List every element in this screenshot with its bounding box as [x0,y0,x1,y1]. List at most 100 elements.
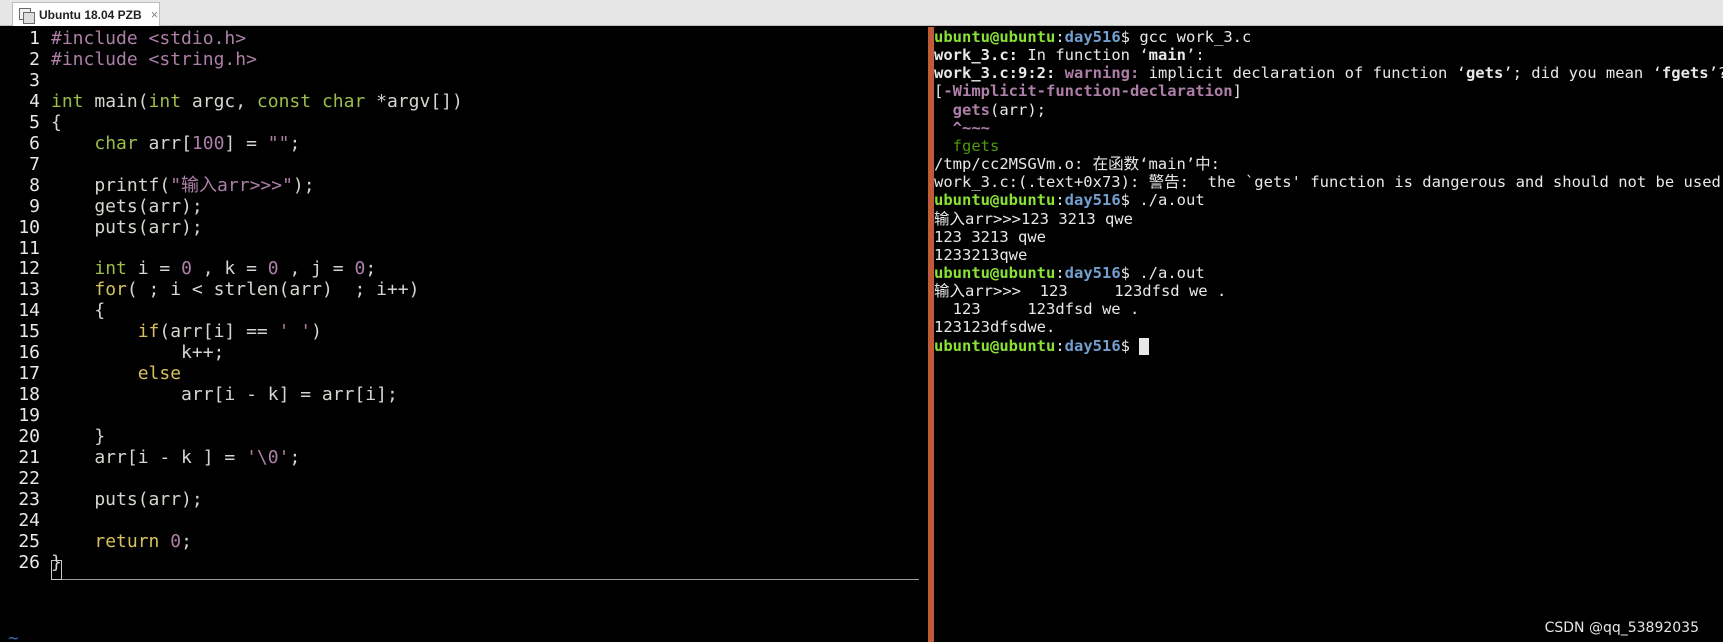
line-number: 26 [18,551,40,573]
code-token: int [148,90,182,112]
terminal-line: 123 3213 qwe [934,227,1046,247]
code-token: 0 [267,258,279,280]
terminal-token: ‘ [1139,46,1149,65]
terminal-token: work_3.c:(.text+0x73): 警告: the `gets' fu… [934,173,1723,192]
line-number: 15 [18,321,40,343]
line-number: 22 [18,467,40,489]
terminal-token: 123 3213 qwe [934,227,1046,246]
tab-ubuntu-vm[interactable]: Ubuntu 18.04 PZB × [12,2,160,26]
code-token: , j = [278,258,355,280]
terminal-line: work_3.c:9:2: warning: implicit declarat… [934,63,1723,83]
code-token: #include [51,28,138,49]
terminal-token: ’; did you mean ‘ [1503,64,1662,83]
code-token: k++; [51,342,225,364]
terminal-line: 输入arr>>>123 3213 qwe [934,209,1133,229]
terminal-token: 123123dfsdwe. [934,318,1056,337]
code-token: 0 [354,258,366,280]
terminal-token: ubuntu@ubuntu [934,28,1056,46]
watermark: CSDN @qq_53892035 [1544,620,1699,636]
terminal-token: 1233213qwe [934,245,1028,264]
code-token: main( [83,90,149,112]
screen: Ubuntu 18.04 PZB × ~ 1 #include <stdio.h>… [0,0,1723,642]
vm-icon [19,7,35,24]
terminal-token: In function [1018,46,1140,65]
terminal-token: fgets [952,136,1000,155]
terminal-token: : [1055,191,1065,210]
code-token: int [51,90,84,112]
terminal-token: implicit declaration of function ‘ [1139,64,1466,83]
code-text: arr[i - k ] = '\0'; [51,446,300,469]
close-icon[interactable]: × [151,7,159,22]
code-text: puts(arr); [51,216,202,239]
line-number: 13 [18,279,40,301]
code-text: #include <stdio.h> [51,27,246,50]
terminal-line: 1233213qwe [934,245,1027,265]
terminal-token: ] [1232,82,1242,101]
line-number: 24 [18,509,40,531]
code-token: i = [126,258,182,280]
code-token: ) [311,321,322,343]
code-token: <string.h> [148,48,257,70]
terminal-token: day516 [1064,28,1121,46]
terminal-token: ubuntu@ubuntu [934,263,1056,282]
terminal-line: gets(arr); [934,100,1046,120]
line-number: 10 [18,216,40,238]
code-token: ); [292,174,315,196]
code-token: { [51,111,62,133]
terminal-token: gets [1465,64,1504,83]
code-token: const char [256,90,366,112]
terminal-token: /tmp/cc2MSGVm.o: 在函数‘main’中: [934,155,1220,174]
vim-editor-pane[interactable]: ~ 1 #include <stdio.h> 2 #include <string.h… [6,27,928,642]
code-token: else [137,363,182,385]
code-token: ] = [224,132,268,154]
terminal-line: 123 123dfsd we . [934,299,1140,319]
terminal-token: work_3.c:9:2: [934,64,1056,83]
code-token: puts(arr); [51,488,203,510]
code-text: } [51,551,62,574]
cursor-line [53,579,919,580]
terminal-token: 输入arr>>>123 3213 qwe [934,209,1133,228]
code-token: arr[i - k ] = [51,447,247,468]
terminal-token: main [1148,46,1186,65]
code-token: char [94,132,138,154]
terminal-token: $ gcc work_3.c [1120,28,1252,46]
terminal-cursor [1139,337,1150,355]
code-token: *argv[]) [365,90,463,112]
terminal-token: 输入arr>>> 123 123dfsd we . [934,282,1227,301]
code-token: printf( [51,174,171,196]
terminal-line: [-Wimplicit-function-declaration] [934,81,1242,101]
terminal-token: $ ./a.out [1120,191,1205,210]
line-number: 19 [18,405,40,427]
terminal-line: ubuntu@ubuntu:day516$ [934,336,1150,356]
code-token: return [94,530,160,552]
code-token: ; [181,530,192,552]
code-token: ; [289,447,301,468]
terminal-token: [ [934,82,944,101]
line-number: 3 [29,69,40,91]
code-token: 0 [181,258,192,280]
code-text: else [51,362,181,385]
code-token: <stdio.h> [148,28,247,49]
line-number: 21 [18,447,40,468]
line-number: 2 [29,48,40,70]
tab-label: Ubuntu 18.04 PZB [39,7,142,22]
code-token: { [51,300,106,322]
terminal-token: : [1055,336,1065,355]
code-text: if(arr[i] == ' ') [51,320,322,343]
terminal-line: ubuntu@ubuntu:day516$ gcc work_3.c [934,27,1251,47]
code-token: for [94,279,127,301]
terminal-pane[interactable]: ubuntu@ubuntu:day516$ gcc work_3.c work_3… [934,27,1723,642]
code-token: "" [267,132,290,154]
terminal-token: : [1055,263,1065,282]
line-number: 23 [18,488,40,510]
line-number: 17 [18,363,40,385]
line-number: 11 [18,237,40,259]
